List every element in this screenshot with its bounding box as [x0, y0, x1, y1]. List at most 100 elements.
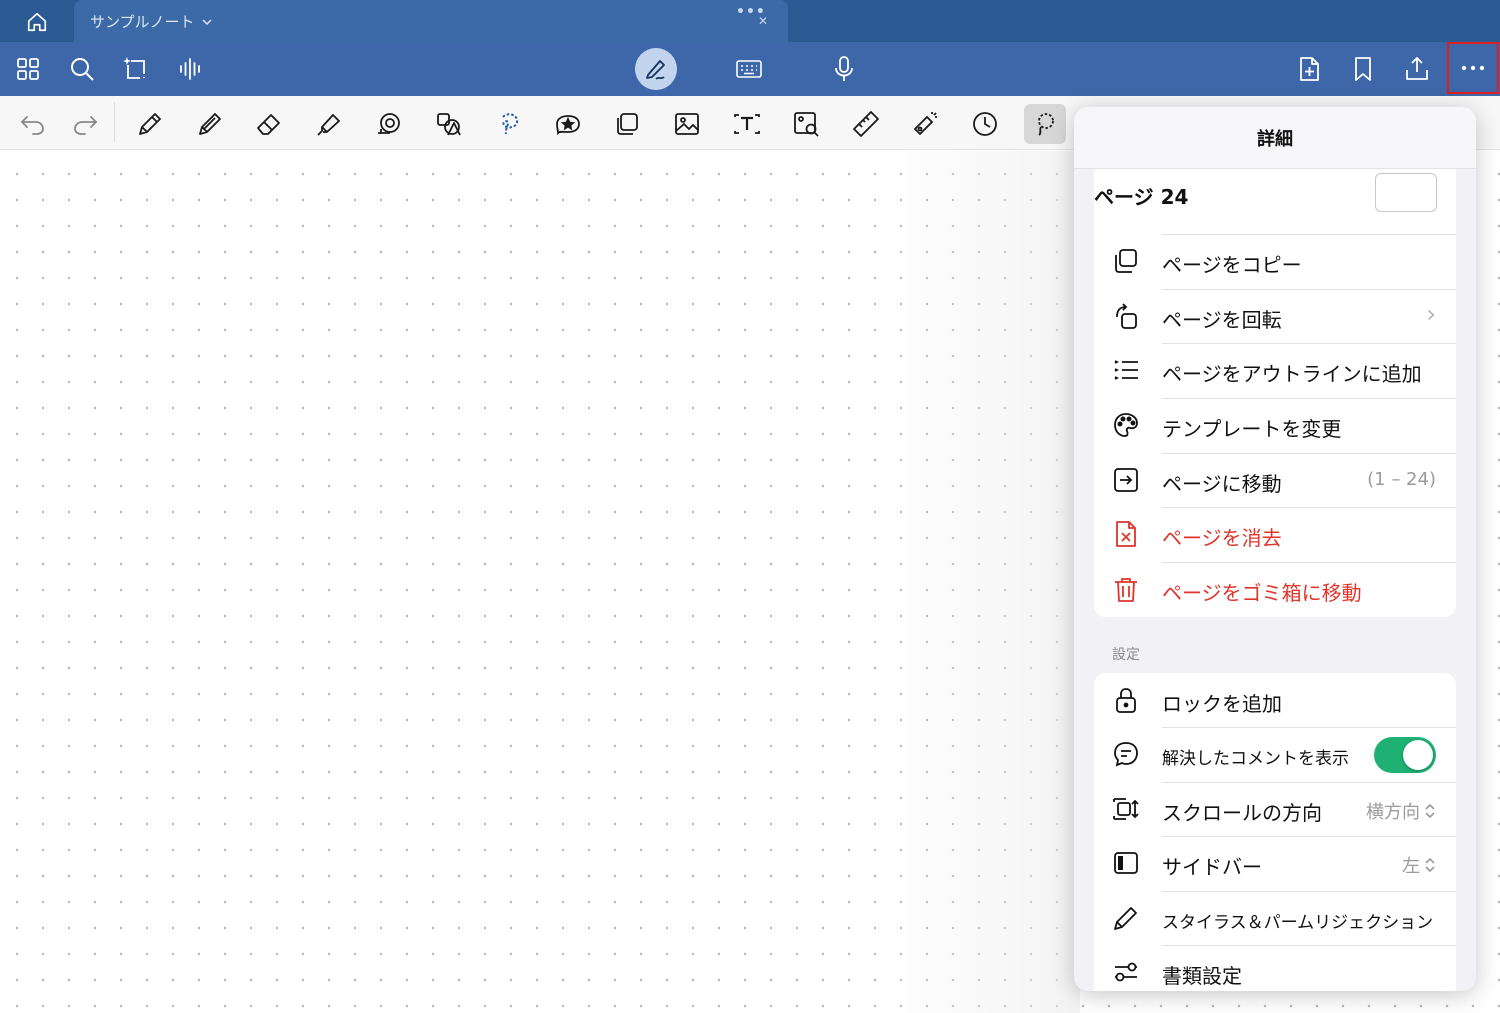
magic-lasso-tool[interactable] — [1024, 104, 1066, 144]
pencil-tool[interactable] — [189, 104, 231, 144]
scroll-direction-item[interactable]: スクロールの方向 横方向 — [1094, 782, 1456, 836]
outline-list-icon — [1112, 356, 1140, 384]
keyboard-icon — [736, 60, 762, 78]
details-popover: 詳細 ページ 24 ページをコピー ページを回転 › ページをアウトラインに追加… — [1074, 107, 1476, 991]
copy-element-tool[interactable] — [606, 104, 648, 144]
recent-tool[interactable] — [964, 104, 1006, 144]
copy-page-item[interactable]: ページをコピー — [1094, 234, 1456, 288]
show-resolved-comments-label: 解決したコメントを表示 — [1162, 749, 1349, 769]
home-button[interactable] — [14, 8, 60, 36]
copy-page-label: ページをコピー — [1162, 253, 1302, 277]
chevron-down-icon — [202, 18, 212, 25]
row-divider — [1162, 945, 1456, 946]
clear-page-item[interactable]: ページを消去 — [1094, 507, 1456, 561]
add-lock-item[interactable]: ロックを追加 — [1094, 673, 1456, 727]
row-divider — [1162, 562, 1456, 563]
home-icon — [27, 12, 47, 32]
stylus-icon — [1112, 904, 1140, 932]
tape-icon — [378, 113, 400, 134]
search-icon — [71, 58, 94, 81]
row-divider — [1162, 453, 1456, 454]
scroll-direction-value: 横方向 — [1366, 798, 1436, 824]
row-divider — [1162, 782, 1456, 783]
redo-icon — [74, 116, 98, 135]
ruler-tool[interactable] — [845, 104, 887, 144]
row-divider — [1162, 727, 1456, 728]
rotate-page-label: ページを回転 — [1162, 308, 1282, 332]
add-page-button[interactable] — [1288, 48, 1330, 90]
undo-button[interactable] — [11, 104, 53, 144]
rotate-icon — [1112, 302, 1140, 330]
tab-close-button[interactable]: ✕ — [758, 14, 768, 28]
trash-page-item[interactable]: ページをゴミ箱に移動 — [1094, 562, 1456, 616]
layers-icon — [617, 113, 638, 135]
page-range-label: (1 – 24) — [1367, 469, 1436, 490]
highlighter-icon — [317, 114, 340, 136]
image-tool[interactable] — [666, 104, 708, 144]
thumbnails-button[interactable] — [7, 48, 49, 90]
text-box-icon — [734, 114, 760, 134]
sticker-tool[interactable] — [547, 104, 589, 144]
document-settings-item[interactable]: 書類設定 — [1094, 945, 1456, 991]
toolbar-divider — [114, 102, 115, 142]
ai-select-button[interactable] — [115, 48, 157, 90]
tab-title[interactable]: サンプルノート — [90, 11, 213, 32]
image-search-tool[interactable] — [785, 104, 827, 144]
ruler-icon — [853, 111, 879, 137]
page-number-label: ページ 24 — [1094, 185, 1189, 209]
change-template-item[interactable]: テンプレートを変更 — [1094, 398, 1456, 452]
shape-tool[interactable] — [428, 104, 470, 144]
pen-mode-button[interactable] — [635, 48, 677, 90]
laser-pointer-tool[interactable] — [904, 104, 946, 144]
more-button[interactable] — [1447, 42, 1499, 94]
pen-tool[interactable] — [129, 104, 171, 144]
keyboard-mode-button[interactable] — [728, 48, 770, 90]
add-to-outline-item[interactable]: ページをアウトラインに追加 — [1094, 343, 1456, 397]
audio-record-button[interactable] — [169, 48, 211, 90]
row-divider — [1162, 343, 1456, 344]
highlighter-tool[interactable] — [308, 104, 350, 144]
add-lock-label: ロックを追加 — [1162, 692, 1282, 716]
sidebar-position-item[interactable]: サイドバー 左 — [1094, 836, 1456, 890]
tape-tool[interactable] — [368, 104, 410, 144]
main-toolbar — [0, 42, 1500, 96]
go-to-page-icon — [1112, 466, 1140, 494]
show-resolved-comments-toggle[interactable] — [1374, 737, 1436, 773]
add-to-outline-label: ページをアウトラインに追加 — [1162, 362, 1422, 386]
rotate-page-item[interactable]: ページを回転 › — [1094, 289, 1456, 343]
canvas-shadow — [880, 151, 1080, 1013]
text-tool[interactable] — [726, 104, 768, 144]
eraser-tool[interactable] — [248, 104, 290, 144]
title-bar: サンプルノート ••• ✕ — [0, 0, 1500, 42]
go-to-page-item[interactable]: ページに移動 (1 – 24) — [1094, 453, 1456, 507]
grid-icon — [17, 58, 39, 80]
sidebar-position-value-text: 左 — [1402, 856, 1420, 877]
document-settings-label: 書類設定 — [1162, 964, 1242, 988]
share-button[interactable] — [1396, 48, 1438, 90]
shapes-icon — [437, 113, 461, 136]
bookmark-icon — [1355, 57, 1371, 81]
bookmark-button[interactable] — [1342, 48, 1384, 90]
stylus-palm-rejection-item[interactable]: スタイラス＆パームリジェクション — [1094, 891, 1456, 945]
image-search-icon — [794, 112, 819, 137]
copy-icon — [1112, 247, 1140, 275]
pen-mode-icon — [646, 60, 665, 80]
toggle-knob — [1403, 740, 1433, 770]
stylus-palm-rejection-label: スタイラス＆パームリジェクション — [1162, 913, 1434, 933]
popover-title: 詳細 — [1257, 128, 1293, 150]
pen-icon — [139, 113, 161, 135]
row-divider — [1162, 234, 1456, 235]
chevron-right-icon: › — [1426, 300, 1436, 328]
page-name-input[interactable] — [1375, 173, 1437, 212]
chevron-up-down-icon — [1425, 857, 1435, 873]
search-button[interactable] — [61, 48, 103, 90]
lasso-tool[interactable] — [487, 104, 529, 144]
change-template-label: テンプレートを変更 — [1162, 417, 1342, 441]
redo-button[interactable] — [65, 104, 107, 144]
document-tab[interactable]: サンプルノート ••• ✕ — [74, 0, 788, 42]
undo-icon — [20, 116, 44, 135]
lock-icon — [1112, 686, 1140, 714]
audio-waveform-icon — [180, 58, 200, 80]
trash-page-label: ページをゴミ箱に移動 — [1162, 581, 1362, 605]
voice-input-button[interactable] — [823, 48, 865, 90]
